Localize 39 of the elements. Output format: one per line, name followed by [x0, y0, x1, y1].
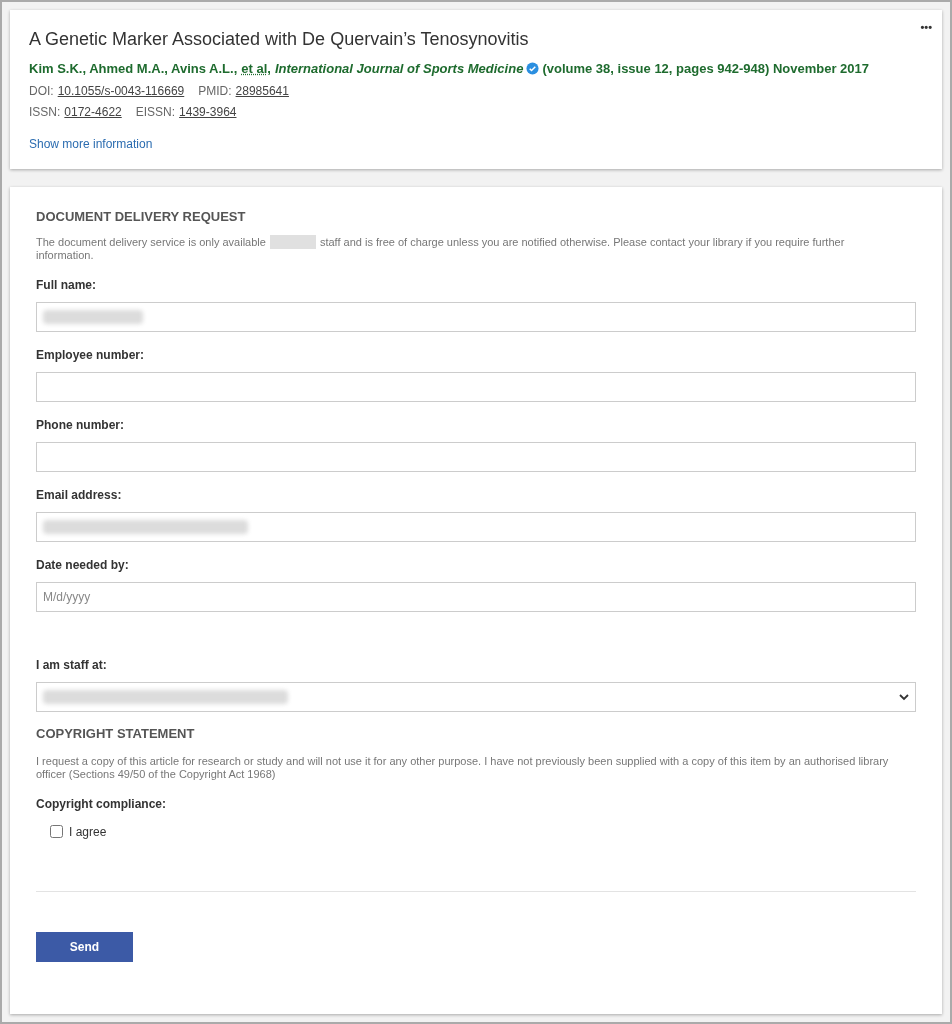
input-field[interactable]: M/d/yyyy — [36, 582, 916, 612]
input-field[interactable] — [36, 512, 916, 542]
more-menu-button[interactable]: ••• — [920, 22, 932, 33]
authors: Kim S.K., Ahmed M.A., Avins A.L., — [29, 60, 238, 78]
section-heading: DOCUMENT DELIVERY REQUEST — [36, 207, 247, 226]
identifier-label: DOI: — [29, 82, 54, 100]
select-field[interactable] — [36, 682, 916, 712]
field-label: Copyright compliance: — [36, 795, 167, 813]
identifier-link[interactable]: 10.1055/s-0043-116669 — [57, 81, 185, 100]
publication-details: (volume 38, issue 12, pages 942-948) November 2017 — [542, 60, 869, 78]
chevron-down-icon — [899, 693, 909, 701]
intro-text: staff and is free of charge unless you are notified otherwise. Please contact your library if you require further — [319, 235, 845, 249]
input-field[interactable] — [36, 372, 916, 402]
intro-text: The document delivery service is only available — [36, 235, 266, 249]
checkbox-label: I agree — [69, 823, 107, 841]
identifier-label: ISSN: — [29, 103, 61, 121]
identifier-label: EISSN: — [135, 103, 176, 121]
field-label: Phone number: — [36, 417, 125, 434]
copyright-text: I request a copy of this article for research or study and will not use it for any other purpose. I have not previously been supplied with a copy of this item by an authorised library officer (Sections 49/50 of the Copyright Act 1968) — [36, 754, 890, 781]
date-input[interactable]: M/d/yyyy — [43, 588, 909, 606]
field-label: Full name: — [36, 277, 97, 294]
agree-checkbox[interactable] — [50, 825, 63, 838]
journal-name: International Journal of Sports Medicine — [274, 60, 524, 78]
intro-text: information. — [36, 249, 95, 262]
field-label: Employee number: — [36, 347, 146, 364]
field-label: Email address: — [36, 487, 123, 504]
send-button[interactable]: Send — [36, 931, 133, 962]
section-heading: COPYRIGHT STATEMENT — [36, 725, 196, 743]
identifier-link[interactable]: 0172-4622 — [64, 102, 122, 121]
input-field[interactable] — [36, 302, 916, 332]
field-label: Date needed by: — [36, 557, 130, 574]
article-title: A Genetic Marker Associated with De Quervain’s Tenosynovitis — [29, 28, 530, 51]
identifier-link[interactable]: 1439-3964 — [179, 102, 237, 121]
input-field[interactable] — [36, 442, 916, 472]
field-label: I am staff at: — [36, 657, 108, 674]
identifier-label: PMID: — [198, 82, 232, 100]
comma: , — [267, 60, 271, 78]
identifier-link[interactable]: 28985641 — [235, 81, 289, 100]
show-more-link[interactable]: Show more information — [29, 136, 153, 151]
